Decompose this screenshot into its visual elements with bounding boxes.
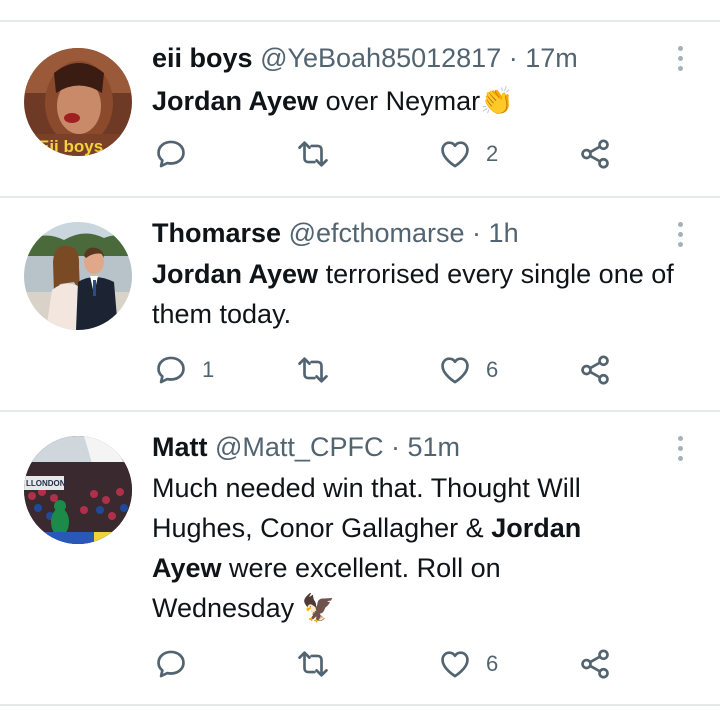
tweet-text-rest: over Neymar — [318, 86, 481, 116]
share-button[interactable] — [578, 134, 612, 174]
more-icon[interactable] — [672, 46, 688, 76]
more-icon[interactable] — [672, 436, 688, 466]
timestamp[interactable]: 51m — [407, 432, 460, 462]
tweet-header: Matt @Matt_CPFC · 51m — [152, 430, 460, 464]
retweet-button[interactable] — [296, 350, 330, 390]
share-button[interactable] — [578, 350, 612, 390]
reply-icon — [154, 353, 188, 387]
retweet-button[interactable] — [296, 134, 330, 174]
tweet-text: Jordan Ayew terrorised every single one … — [152, 254, 702, 334]
separator: · — [464, 218, 489, 248]
like-count: 6 — [486, 357, 499, 382]
tweet-text: Much needed win that. Thought Will Hughe… — [152, 468, 642, 628]
timestamp[interactable]: 1h — [489, 218, 519, 248]
display-name[interactable]: eii boys — [152, 43, 253, 73]
avatar[interactable] — [24, 222, 132, 330]
separator: · — [383, 432, 408, 462]
reply-icon — [154, 647, 188, 681]
avatar-caption: LLONDON — [26, 479, 66, 488]
tweet-2[interactable]: Thomarse @efcthomarse · 1h Jordan Ayew t… — [0, 198, 720, 410]
tweet-text: Jordan Ayew over Neymar👏 — [152, 81, 702, 121]
retweet-icon — [296, 647, 330, 681]
tweet-1[interactable]: Eii boys eii boys @YeBoah85012817 · 17m … — [0, 22, 720, 196]
reply-button[interactable] — [154, 134, 202, 174]
like-count: 2 — [486, 141, 499, 166]
like-count: 6 — [486, 651, 499, 676]
reply-count: 1 — [202, 357, 215, 382]
more-icon[interactable] — [672, 222, 688, 252]
share-button[interactable] — [578, 644, 612, 684]
display-name[interactable]: Thomarse — [152, 218, 281, 248]
handle[interactable]: @efcthomarse — [289, 218, 465, 248]
handle[interactable]: @YeBoah85012817 — [260, 43, 501, 73]
avatar-caption: Eii boys — [38, 137, 103, 156]
tweet-header: Thomarse @efcthomarse · 1h — [152, 216, 519, 250]
like-button[interactable]: 6 — [438, 644, 498, 684]
clapping-hands-emoji: 👏 — [480, 86, 514, 116]
reply-button[interactable] — [154, 644, 202, 684]
retweet-icon — [296, 137, 330, 171]
share-icon — [578, 647, 612, 681]
divider — [0, 704, 720, 706]
like-icon — [438, 647, 472, 681]
mention-bold: Jordan Ayew — [152, 259, 319, 289]
avatar[interactable]: Eii boys — [24, 48, 132, 156]
like-button[interactable]: 6 — [438, 350, 498, 390]
retweet-icon — [296, 353, 330, 387]
display-name[interactable]: Matt — [152, 432, 208, 462]
eagle-emoji: 🦅 — [301, 593, 336, 623]
tweet-3[interactable]: LLONDON Matt @Matt_CPFC · 51m Much neede… — [0, 412, 720, 704]
action-bar: 2 — [152, 134, 672, 174]
reply-icon — [154, 137, 188, 171]
reply-button[interactable]: 1 — [154, 350, 214, 390]
like-button[interactable]: 2 — [438, 134, 498, 174]
separator: · — [501, 43, 526, 73]
tweet-header: eii boys @YeBoah85012817 · 17m — [152, 41, 578, 75]
action-bar: 6 — [152, 644, 672, 684]
like-icon — [438, 137, 472, 171]
timestamp[interactable]: 17m — [525, 43, 578, 73]
share-icon — [578, 137, 612, 171]
retweet-button[interactable] — [296, 644, 330, 684]
action-bar: 1 6 — [152, 350, 672, 390]
avatar[interactable]: LLONDON — [24, 436, 132, 544]
share-icon — [578, 353, 612, 387]
like-icon — [438, 353, 472, 387]
handle[interactable]: @Matt_CPFC — [215, 432, 383, 462]
mention-bold: Jordan Ayew — [152, 86, 319, 116]
